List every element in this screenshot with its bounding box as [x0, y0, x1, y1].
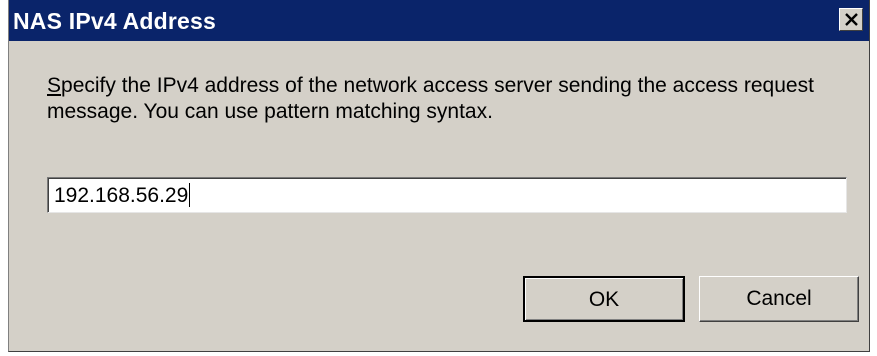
prompt-mnemonic: S: [47, 74, 62, 97]
window-title: NAS IPv4 Address: [13, 8, 217, 34]
close-icon: [845, 13, 858, 26]
nas-ipv4-address-dialog: NAS IPv4 Address Specify the IPv4 addres…: [8, 0, 870, 352]
text-caret: [189, 183, 191, 207]
prompt-text: Specify the IPv4 address of the network …: [47, 73, 847, 125]
ipv4-address-value: 192.168.56.29: [54, 184, 189, 207]
close-button[interactable]: [839, 8, 863, 31]
cancel-button[interactable]: Cancel: [699, 276, 859, 322]
ipv4-address-input[interactable]: 192.168.56.29: [47, 177, 847, 213]
title-bar[interactable]: NAS IPv4 Address: [9, 0, 869, 41]
ok-button[interactable]: OK: [523, 276, 685, 322]
prompt-body: pecify the IPv4 address of the network a…: [47, 74, 814, 123]
